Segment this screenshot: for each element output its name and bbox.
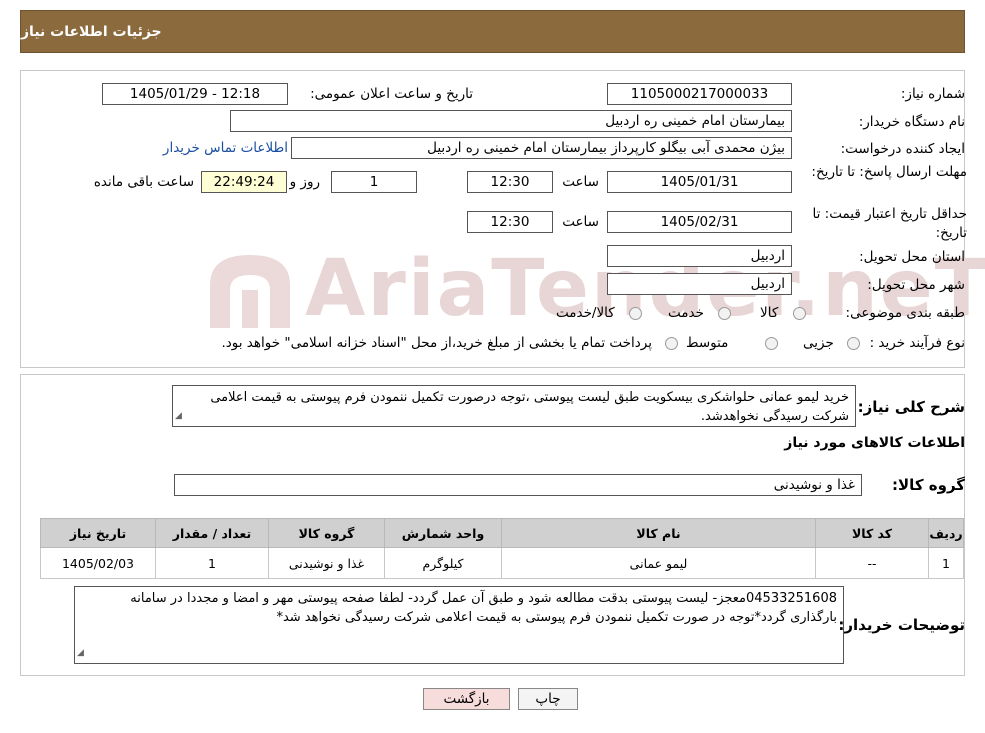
process-option-medium: متوسط: [686, 335, 729, 351]
page-header: جزئیات اطلاعات نیاز: [20, 10, 965, 53]
category-label: طبقه بندی موضوعی:: [845, 305, 965, 321]
announce-label: تاریخ و ساعت اعلان عمومی:: [310, 86, 473, 102]
price-valid-time-label: ساعت: [562, 214, 599, 230]
resize-handle-icon[interactable]: ◢: [175, 407, 182, 426]
buyer-notes-text: 04533251608معجز- لیست پیوستی بدقت مطالعه…: [130, 591, 837, 625]
goods-table: ردیف کد کالا نام کالا واحد شمارش گروه کا…: [40, 518, 964, 579]
category-option-goods-service: کالا/خدمت: [556, 305, 615, 321]
deadline-time-label: ساعت: [562, 174, 599, 190]
remaining-label: ساعت باقی مانده: [93, 174, 194, 190]
category-radio-goods-service[interactable]: [629, 307, 642, 320]
province-field: اردبیل: [607, 245, 792, 267]
price-valid-time-field: 12:30: [467, 211, 553, 233]
remaining-time-field: 22:49:24: [201, 171, 287, 193]
goods-section-title: اطلاعات کالاهای مورد نیاز: [784, 435, 965, 451]
creator-field: بیژن محمدی آبی بیگلو کارپرداز بیمارستان …: [291, 137, 792, 159]
goods-group-field: غذا و نوشیدنی: [174, 474, 862, 496]
page-title: جزئیات اطلاعات نیاز: [21, 23, 162, 40]
col-group: گروه کالا: [268, 518, 385, 548]
cell-group: غذا و نوشیدنی: [268, 547, 385, 579]
category-radio-goods[interactable]: [793, 307, 806, 320]
process-radio-medium[interactable]: [765, 337, 778, 350]
col-unit: واحد شمارش: [384, 518, 502, 548]
description-text: خرید لیمو عمانی حلواشکری بیسکویت طبق لیس…: [210, 390, 849, 424]
category-option-goods: کالا: [760, 305, 779, 321]
city-label: شهر محل تحویل:: [867, 277, 965, 293]
buyer-notes-textarea[interactable]: 04533251608معجز- لیست پیوستی بدقت مطالعه…: [74, 586, 844, 664]
process-note: پرداخت تمام یا بخشی از مبلغ خرید،از محل …: [221, 335, 652, 351]
col-code: کد کالا: [815, 518, 929, 548]
print-button[interactable]: چاپ: [518, 688, 578, 710]
process-option-minor: جزیی: [803, 335, 834, 351]
cell-name: لیمو عمانی: [501, 547, 816, 579]
resize-handle-icon[interactable]: ◢: [77, 644, 84, 663]
need-number-field: 1105000217000033: [607, 83, 792, 105]
buyer-notes-label: توضیحات خریدار:: [838, 616, 965, 634]
need-number-label: شماره نیاز:: [900, 86, 965, 102]
category-radio-service[interactable]: [718, 307, 731, 320]
col-date: تاریخ نیاز: [40, 518, 156, 548]
cell-qty: 1: [155, 547, 269, 579]
col-row: ردیف: [928, 518, 964, 548]
contact-buyer-link[interactable]: اطلاعات تماس خریدار: [163, 140, 288, 156]
province-label: استان محل تحویل:: [859, 249, 965, 265]
process-label: نوع فرآیند خرید :: [869, 335, 965, 351]
announce-field: 1405/01/29 - 12:18: [102, 83, 288, 105]
category-option-service: خدمت: [668, 305, 704, 321]
process-radio-minor[interactable]: [847, 337, 860, 350]
table-row: 1 -- لیمو عمانی کیلوگرم غذا و نوشیدنی 1 …: [40, 547, 964, 579]
col-name: نام کالا: [501, 518, 816, 548]
buyer-org-label: نام دستگاه خریدار:: [858, 114, 965, 130]
days-field: 1: [331, 171, 417, 193]
description-label: شرح کلی نیاز:: [857, 398, 965, 416]
deadline-time-field: 12:30: [467, 171, 553, 193]
goods-group-label: گروه کالا:: [892, 476, 965, 494]
cell-unit: کیلوگرم: [384, 547, 502, 579]
description-textarea[interactable]: خرید لیمو عمانی حلواشکری بیسکویت طبق لیس…: [172, 385, 856, 427]
watermark-logo-icon: [210, 255, 290, 328]
col-qty: تعداد / مقدار: [155, 518, 269, 548]
process-radio-treasury[interactable]: [665, 337, 678, 350]
price-valid-label: حداقل تاریخ اعتبار قیمت: تا تاریخ:: [812, 206, 967, 241]
price-valid-date-field: 1405/02/31: [607, 211, 792, 233]
days-label: روز و: [289, 174, 320, 190]
deadline-date-field: 1405/01/31: [607, 171, 792, 193]
back-button[interactable]: بازگشت: [423, 688, 510, 710]
deadline-label: مهلت ارسال پاسخ: تا تاریخ:: [811, 164, 967, 180]
buyer-org-field: بیمارستان امام خمینی ره اردبیل: [230, 110, 792, 132]
table-header-row: ردیف کد کالا نام کالا واحد شمارش گروه کا…: [40, 518, 964, 548]
creator-label: ایجاد کننده درخواست:: [840, 141, 965, 157]
cell-row: 1: [928, 547, 964, 579]
cell-code: --: [815, 547, 929, 579]
city-field: اردبیل: [607, 273, 792, 295]
cell-date: 1405/02/03: [40, 547, 156, 579]
